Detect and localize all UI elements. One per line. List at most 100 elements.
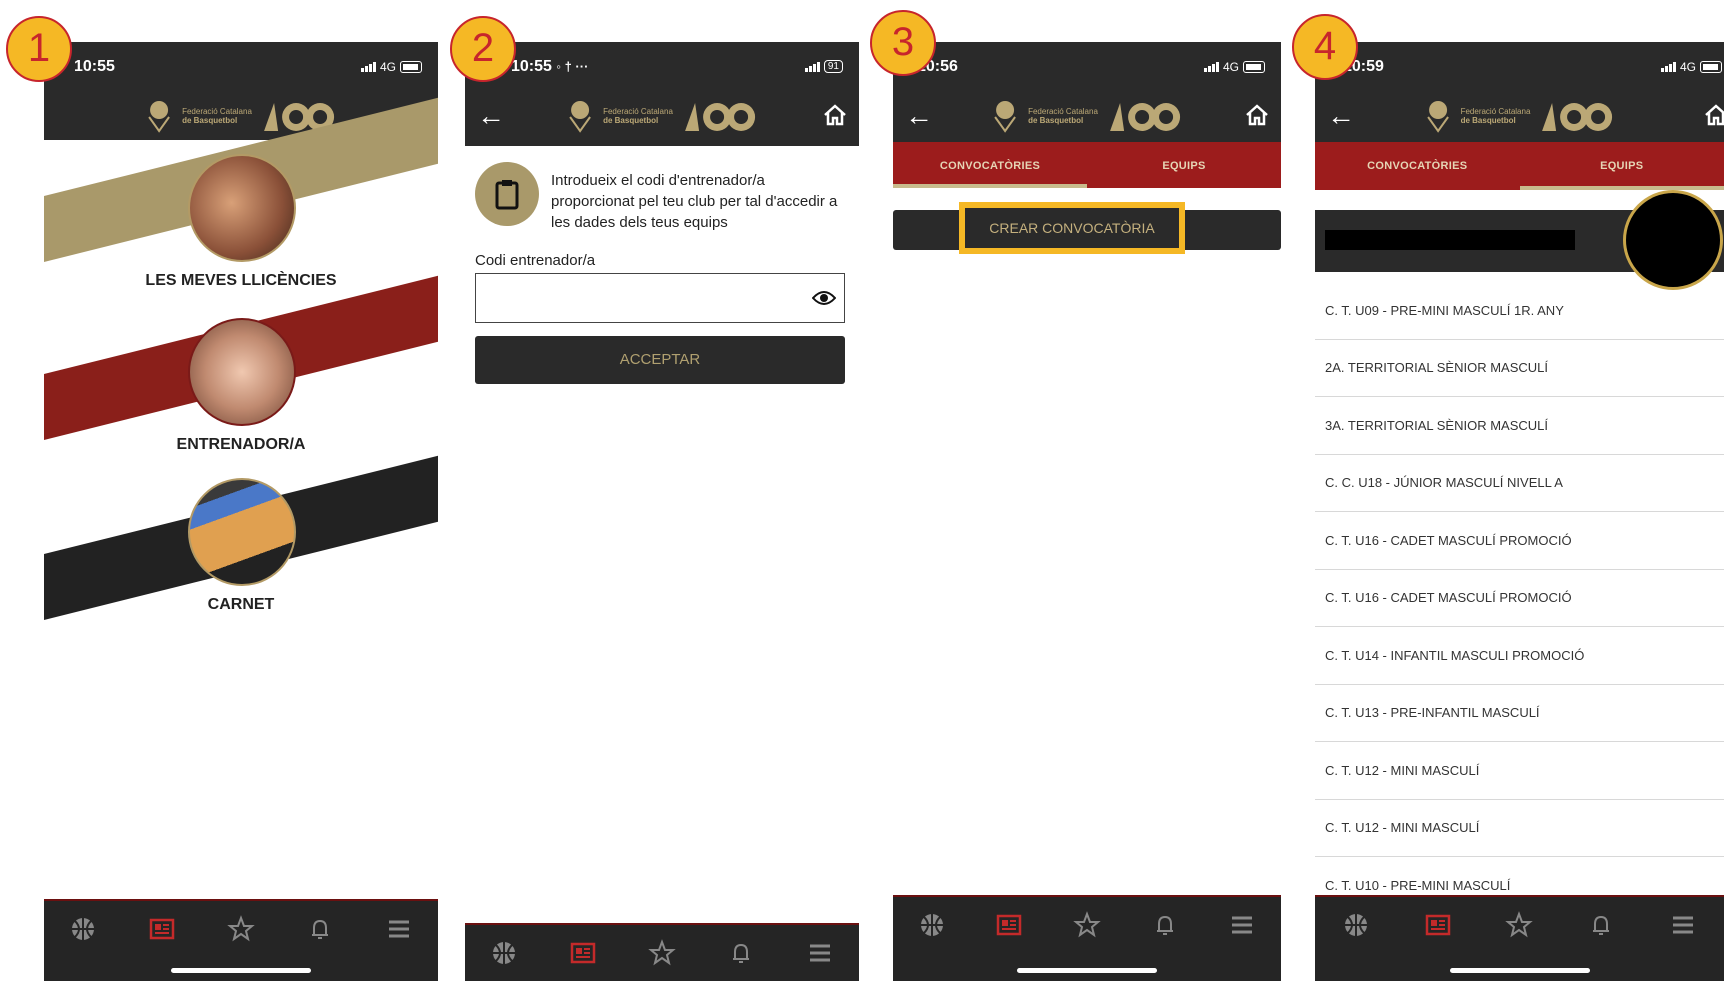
team-row[interactable]: C. T. U09 - PRE-MINI MASCULÍ 1R. ANY [1315, 282, 1724, 340]
team-row[interactable]: C. T. U14 - INFANTIL MASCULI PROMOCIÓ [1315, 627, 1724, 685]
menu-item-coach[interactable]: ENTRENADOR/A [44, 436, 438, 454]
bottom-nav [465, 923, 859, 981]
instruction-text: Introdueix el codi d'entrenador/a propor… [551, 172, 838, 231]
coach-image[interactable] [188, 318, 296, 426]
star-icon[interactable] [648, 939, 676, 967]
step-badge-3: 3 [870, 10, 936, 76]
star-icon[interactable] [1505, 911, 1534, 939]
status-right: 4G [1660, 60, 1722, 74]
status-bar: 10:59 4G [1315, 42, 1724, 90]
team-row[interactable]: 3A. TERRITORIAL SÈNIOR MASCULÍ [1315, 397, 1724, 455]
menu-icon[interactable] [806, 939, 834, 967]
screen-2: 10:55 ◦ † ··· 91 ← Federació Catalana de … [465, 42, 859, 981]
bell-icon[interactable] [1587, 911, 1615, 939]
home-icon[interactable] [823, 104, 847, 126]
signal-icon [1660, 62, 1676, 72]
team-list: C. T. U09 - PRE-MINI MASCULÍ 1R. ANY 2A.… [1315, 282, 1724, 915]
create-convocatoria-button[interactable]: CREAR CONVOCATÒRIA [965, 208, 1179, 248]
home-indicator [1017, 968, 1157, 973]
fcbq-emblem-icon [569, 101, 591, 133]
centenary-100-logo [684, 103, 755, 131]
id-card-icon[interactable] [1424, 911, 1452, 939]
tab-bar: CONVOCATÒRIES EQUIPS [1315, 142, 1724, 190]
battery-icon [1700, 61, 1722, 73]
back-arrow-icon[interactable]: ← [905, 100, 933, 132]
signal-icon [804, 61, 820, 72]
status-time: 10:55 ◦ † ··· [511, 58, 589, 75]
id-card-icon[interactable] [995, 911, 1023, 939]
team-row[interactable]: C. T. U16 - CADET MASCULÍ PROMOCIÓ [1315, 570, 1724, 627]
id-card-icon[interactable] [148, 915, 176, 943]
basketball-icon[interactable] [69, 915, 97, 943]
team-row[interactable]: C. T. U12 - MINI MASCULÍ [1315, 800, 1724, 857]
battery-icon [1243, 61, 1265, 73]
bottom-nav [1315, 895, 1724, 981]
eye-icon[interactable] [812, 290, 836, 306]
back-arrow-icon[interactable]: ← [477, 100, 505, 132]
home-icon[interactable] [1245, 104, 1269, 126]
battery-icon [400, 61, 422, 73]
step-badge-4: 4 [1292, 14, 1358, 80]
menu-icon[interactable] [385, 915, 413, 943]
team-row[interactable]: C. T. U12 - MINI MASCULÍ [1315, 742, 1724, 800]
home-icon[interactable] [1704, 104, 1724, 126]
redacted-club-avatar [1623, 190, 1723, 290]
network-type: 4G [1222, 60, 1239, 74]
federation-name: Federació Catalana de Basquetbol [603, 107, 673, 125]
status-time: 10:55 [74, 58, 115, 75]
menu-item-carnet[interactable]: CARNET [44, 596, 438, 614]
id-card-icon[interactable] [569, 939, 597, 967]
signal-icon [1203, 62, 1219, 72]
status-right: 91 [804, 60, 843, 73]
step-badge-1: 1 [6, 16, 72, 82]
fcbq-logo: Federació Catalana de Basquetbol [992, 94, 1182, 138]
network-type: 4G [1679, 60, 1696, 74]
home-indicator [1449, 968, 1590, 973]
screen-4: 10:59 4G ← Federació Catalana de Basquetb… [1315, 42, 1724, 981]
basketball-icon[interactable] [1342, 911, 1370, 939]
bell-icon[interactable] [1151, 911, 1179, 939]
tab-equips[interactable]: EQUIPS [1519, 142, 1724, 190]
team-row[interactable]: C. C. U18 - JÚNIOR MASCULÍ NIVELL A [1315, 455, 1724, 512]
fcbq-logo: Federació Catalana de Basquetbol [567, 94, 757, 138]
status-right: 4G [1203, 60, 1265, 74]
tab-convocatories[interactable]: CONVOCATÒRIES [893, 142, 1087, 188]
clipboard-icon [475, 162, 539, 226]
menu-icon[interactable] [1669, 911, 1697, 939]
coach-code-field[interactable] [475, 273, 845, 323]
fcbq-emblem-icon [148, 101, 170, 133]
app-header: ← Federació Catalana de Basquetbol [893, 90, 1281, 142]
status-right: 4G [360, 60, 422, 74]
step-badge-2: 2 [450, 16, 516, 82]
fcbq-emblem-icon [1426, 101, 1449, 133]
team-row[interactable]: C. T. U16 - CADET MASCULÍ PROMOCIÓ [1315, 512, 1724, 570]
carnet-image[interactable] [188, 478, 296, 586]
basketball-icon[interactable] [918, 911, 946, 939]
star-icon[interactable] [227, 915, 255, 943]
team-row[interactable]: C. T. U13 - PRE-INFANTIL MASCULÍ [1315, 685, 1724, 742]
app-header: ← Federació Catalana de Basquetbol [1315, 90, 1724, 142]
tab-convocatories[interactable]: CONVOCATÒRIES [1315, 142, 1520, 190]
bell-icon[interactable] [727, 939, 755, 967]
accept-button[interactable]: ACCEPTAR [475, 336, 845, 384]
centenary-100-logo [1542, 103, 1613, 131]
tab-bar: CONVOCATÒRIES EQUIPS [893, 142, 1281, 188]
licences-image[interactable] [188, 154, 296, 262]
bell-icon[interactable] [306, 915, 334, 943]
screen-3: 10:56 4G ← Federació Catalana de Basquetb… [893, 42, 1281, 981]
bottom-nav [893, 895, 1281, 981]
basketball-icon[interactable] [490, 939, 518, 967]
tab-equips[interactable]: EQUIPS [1087, 142, 1281, 188]
menu-item-licences[interactable]: LES MEVES LLICÈNCIES [44, 272, 438, 290]
coach-code-label: Codi entrenador/a [475, 252, 596, 269]
menu-icon[interactable] [1228, 911, 1256, 939]
home-indicator [171, 968, 311, 973]
federation-name: Federació Catalana de Basquetbol [182, 107, 252, 125]
battery-level: 91 [823, 60, 843, 73]
centenary-100-logo [1109, 103, 1180, 131]
status-bar: 10:56 4G [893, 42, 1281, 90]
star-icon[interactable] [1073, 911, 1101, 939]
back-arrow-icon[interactable]: ← [1327, 100, 1355, 132]
status-bar: 10:55 ◦ † ··· 91 [465, 42, 859, 90]
team-row[interactable]: 2A. TERRITORIAL SÈNIOR MASCULÍ [1315, 340, 1724, 397]
